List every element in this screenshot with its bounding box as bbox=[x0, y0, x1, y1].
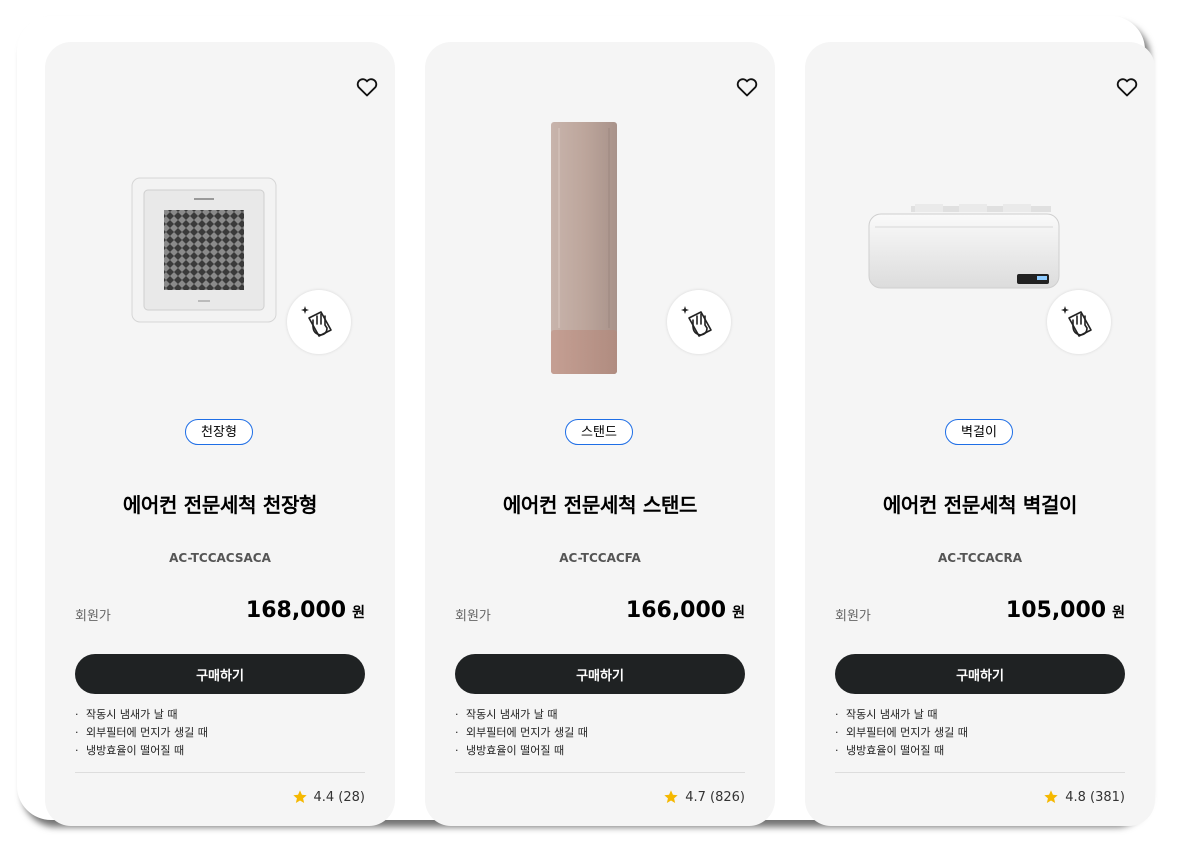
divider bbox=[455, 772, 745, 773]
product-card[interactable]: 스탠드 에어컨 전문세척 스탠드 AC-TCCACFA 회원가 166,000 원… bbox=[425, 42, 775, 826]
model-number: AC-TCCACSACA bbox=[169, 551, 271, 565]
product-title[interactable]: 에어컨 전문세척 스탠드 bbox=[425, 489, 775, 518]
currency: 원 bbox=[1112, 605, 1125, 621]
currency: 원 bbox=[352, 605, 365, 621]
rating-value: 4.4 (28) bbox=[313, 789, 366, 805]
list-item: 작동시 냄새가 날 때 bbox=[75, 706, 208, 724]
heart-icon[interactable] bbox=[1115, 75, 1139, 99]
buy-button[interactable]: 구매하기 bbox=[75, 654, 365, 694]
buy-button[interactable]: 구매하기 bbox=[455, 654, 745, 694]
feature-list: 작동시 냄새가 날 때 외부필터에 먼지가 생길 때 냉방효율이 떨어질 때 bbox=[75, 706, 208, 760]
rating: 4.7 (826) bbox=[663, 789, 745, 805]
list-item: 외부필터에 먼지가 생길 때 bbox=[835, 724, 968, 742]
price: 166,000 원 bbox=[626, 598, 745, 623]
star-icon bbox=[1044, 790, 1058, 803]
category-tag: 천장형 bbox=[185, 419, 253, 445]
list-item: 냉방효율이 떨어질 때 bbox=[835, 742, 968, 760]
hand-wipe-icon bbox=[1061, 306, 1092, 337]
price-value: 105,000 bbox=[1005, 598, 1107, 623]
feature-list: 작동시 냄새가 날 때 외부필터에 먼지가 생길 때 냉방효율이 떨어질 때 bbox=[835, 706, 968, 760]
star-icon bbox=[664, 790, 678, 803]
price: 105,000 원 bbox=[1006, 598, 1125, 623]
price-label: 회원가 bbox=[75, 609, 111, 624]
cleaning-badge bbox=[1047, 290, 1111, 354]
cleaning-badge bbox=[287, 290, 351, 354]
cleaning-badge bbox=[667, 290, 731, 354]
product-card[interactable]: 벽걸이 에어컨 전문세척 벽걸이 AC-TCCACRA 회원가 105,000 원… bbox=[805, 42, 1155, 826]
price-label: 회원가 bbox=[835, 609, 871, 624]
model-number: AC-TCCACRA bbox=[937, 551, 1022, 565]
hand-wipe-icon bbox=[301, 306, 332, 337]
price-label: 회원가 bbox=[455, 609, 491, 624]
divider bbox=[75, 772, 365, 773]
currency: 원 bbox=[732, 605, 745, 621]
divider bbox=[835, 772, 1125, 773]
heart-icon[interactable] bbox=[355, 75, 379, 99]
list-item: 냉방효율이 떨어질 때 bbox=[455, 742, 588, 760]
list-item: 외부필터에 먼지가 생길 때 bbox=[75, 724, 208, 742]
list-item: 외부필터에 먼지가 생길 때 bbox=[455, 724, 588, 742]
product-list-frame: 천장형 에어컨 전문세척 천장형 AC-TCCACSACA 회원가 168,00… bbox=[17, 16, 1155, 826]
buy-button[interactable]: 구매하기 bbox=[835, 654, 1125, 694]
rating: 4.4 (28) bbox=[292, 789, 366, 805]
product-title[interactable]: 에어컨 전문세척 벽걸이 bbox=[805, 489, 1155, 518]
rating-value: 4.7 (826) bbox=[685, 789, 745, 805]
heart-icon[interactable] bbox=[735, 75, 759, 99]
star-icon bbox=[292, 790, 307, 803]
stand-aircon-image bbox=[551, 122, 617, 374]
wall-aircon-image bbox=[868, 204, 1060, 289]
feature-list: 작동시 냄새가 날 때 외부필터에 먼지가 생길 때 냉방효율이 떨어질 때 bbox=[455, 706, 588, 760]
price: 168,000 원 bbox=[246, 598, 365, 623]
list-item: 작동시 냄새가 날 때 bbox=[455, 706, 588, 724]
category-tag: 벽걸이 bbox=[945, 419, 1013, 445]
list-item: 작동시 냄새가 날 때 bbox=[835, 706, 968, 724]
rating-value: 4.8 (381) bbox=[1065, 789, 1125, 805]
category-tag: 스탠드 bbox=[565, 419, 633, 445]
price-value: 166,000 bbox=[625, 598, 727, 623]
product-title[interactable]: 에어컨 전문세척 천장형 bbox=[45, 489, 395, 518]
hand-wipe-icon bbox=[681, 306, 712, 337]
product-card[interactable]: 천장형 에어컨 전문세척 천장형 AC-TCCACSACA 회원가 168,00… bbox=[45, 42, 395, 826]
rating: 4.8 (381) bbox=[1043, 789, 1125, 805]
list-item: 냉방효율이 떨어질 때 bbox=[75, 742, 208, 760]
price-value: 168,000 bbox=[245, 598, 347, 623]
model-number: AC-TCCACFA bbox=[559, 551, 641, 565]
ceiling-aircon-image bbox=[131, 177, 277, 323]
